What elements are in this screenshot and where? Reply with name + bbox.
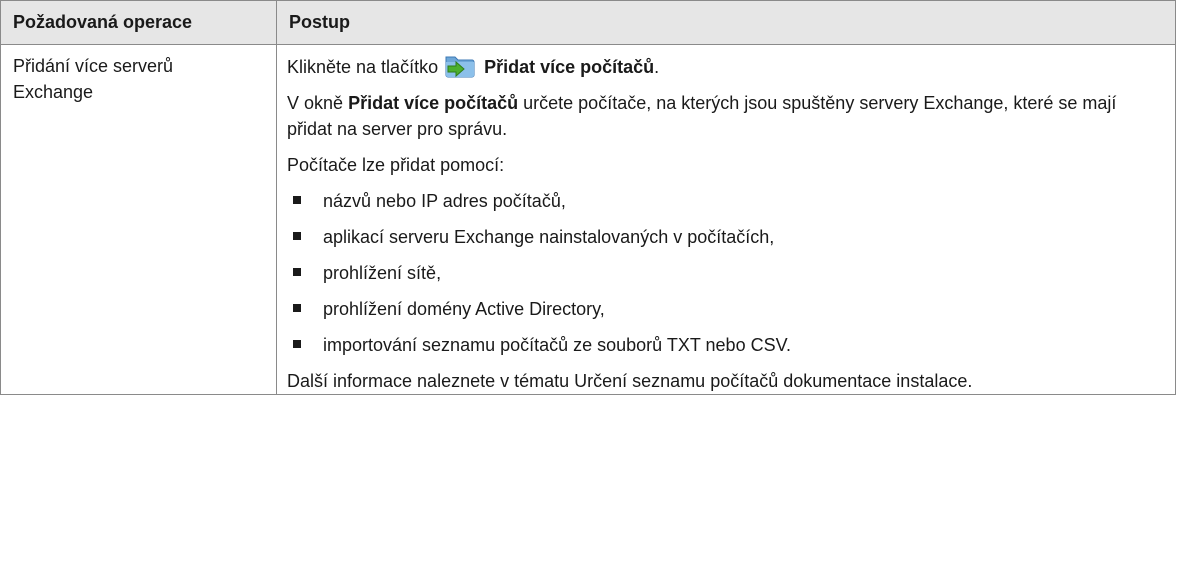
- bullet-icon: [293, 196, 301, 204]
- bullet-icon: [293, 340, 301, 348]
- bullet-icon: [293, 268, 301, 276]
- click-prefix: Klikněte na tlačítko: [287, 57, 439, 77]
- table-row: Přidání více serverů Exchange Klikněte n…: [0, 44, 1176, 395]
- click-suffix: .: [654, 57, 660, 77]
- operation-line-2: Exchange: [13, 82, 94, 102]
- window-prefix: V okně: [287, 93, 344, 113]
- click-instruction: Klikněte na tlačítko Přidat více počítač…: [287, 51, 1165, 80]
- header-operation: Požadovaná operace: [0, 0, 277, 45]
- list-item-text: importování seznamu počítačů ze souborů …: [323, 335, 791, 355]
- list-item: importování seznamu počítačů ze souborů …: [287, 332, 1165, 358]
- more-info-text: Další informace naleznete v tématu Určen…: [287, 371, 973, 391]
- window-instruction: V okně Přidat více počítačů určete počít…: [287, 90, 1165, 142]
- methods-list: názvů nebo IP adres počítačů, aplikací s…: [287, 188, 1165, 358]
- list-item: názvů nebo IP adres počítačů,: [287, 188, 1165, 214]
- button-label: Přidat více počítačů: [484, 57, 655, 77]
- window-name: Přidat více počítačů: [348, 93, 519, 113]
- list-item: prohlížení domény Active Directory,: [287, 296, 1165, 322]
- operation-line-1: Přidání více serverů: [13, 56, 174, 76]
- list-item: prohlížení sítě,: [287, 260, 1165, 286]
- bullet-icon: [293, 304, 301, 312]
- bullet-icon: [293, 232, 301, 240]
- procedure-table: Požadovaná operace Postup Přidání více s…: [0, 0, 1176, 395]
- list-item-text: názvů nebo IP adres počítačů,: [323, 191, 566, 211]
- header-procedure: Postup: [276, 0, 1176, 45]
- list-item-text: aplikací serveru Exchange nainstalovanýc…: [323, 227, 775, 247]
- add-multiple-computers-icon: [444, 51, 476, 79]
- procedure-cell: Klikněte na tlačítko Přidat více počítač…: [276, 44, 1176, 395]
- operation-cell: Přidání více serverů Exchange: [0, 44, 277, 395]
- list-item-text: prohlížení sítě,: [323, 263, 442, 283]
- methods-intro: Počítače lze přidat pomocí:: [287, 155, 505, 175]
- list-item-text: prohlížení domény Active Directory,: [323, 299, 605, 319]
- table-header-row: Požadovaná operace Postup: [0, 0, 1176, 45]
- list-item: aplikací serveru Exchange nainstalovanýc…: [287, 224, 1165, 250]
